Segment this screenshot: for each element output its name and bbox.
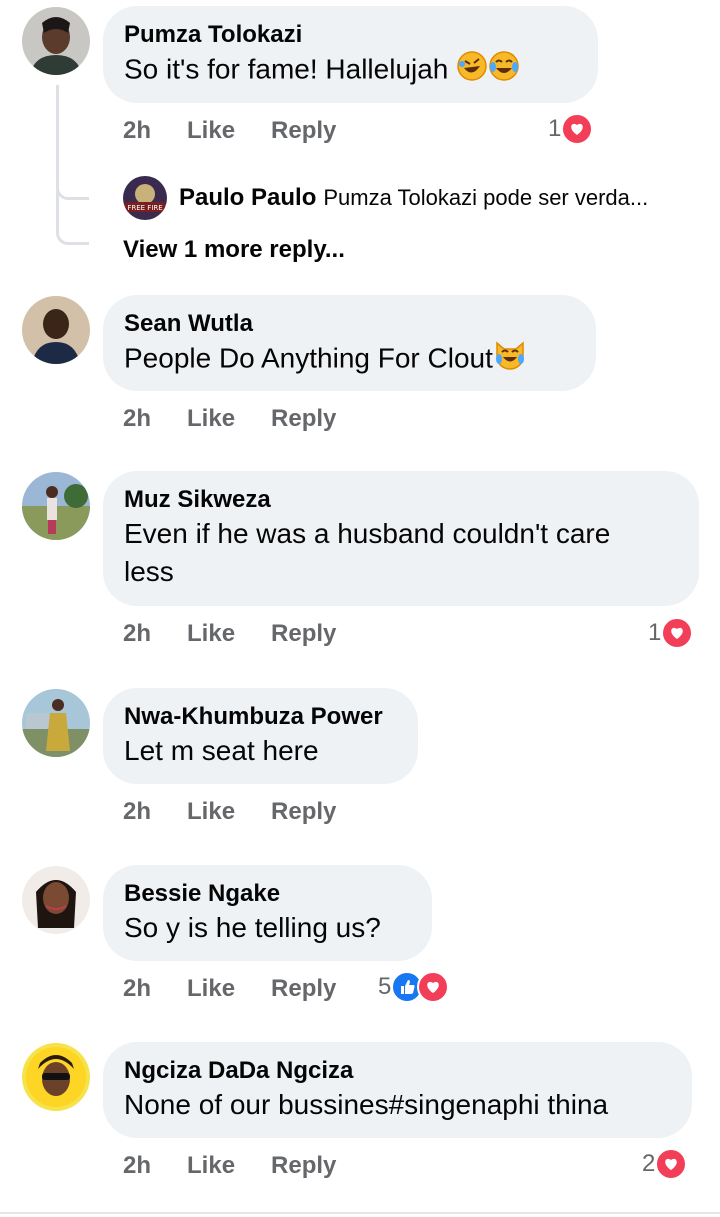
reply-button[interactable]: Reply: [271, 975, 336, 1003]
comment-muz: Muz Sikweza Even if he was a husband cou…: [0, 466, 720, 666]
comment-author[interactable]: Sean Wutla: [124, 309, 576, 339]
comment-text-line: Even if he was a husband couldn't care: [124, 518, 611, 549]
comment-actions: 2h Like Reply: [123, 405, 336, 433]
comment-bubble: Nwa-Khumbuza Power Let m seat here: [103, 688, 418, 784]
avatar[interactable]: FREE FIRE: [123, 176, 167, 220]
comment-author[interactable]: Nwa-Khumbuza Power: [124, 702, 398, 732]
comment-text: Even if he was a husband couldn't care l…: [124, 515, 679, 591]
divider: [0, 1212, 720, 1214]
avatar[interactable]: [22, 689, 90, 757]
like-button[interactable]: Like: [187, 117, 235, 145]
comment-bubble: Muz Sikweza Even if he was a husband cou…: [103, 471, 699, 606]
comment-text: So y is he telling us?: [124, 912, 381, 943]
comment-bubble: Pumza Tolokazi So it's for fame! Hallelu…: [103, 6, 598, 103]
free-fire-logo-text: FREE FIRE: [127, 204, 162, 212]
like-button[interactable]: Like: [187, 1152, 235, 1180]
comment-actions: 2h Like Reply: [123, 117, 336, 145]
comment-text-content: So it's for fame! Hallelujah: [124, 53, 449, 85]
love-reaction-icon: [655, 1148, 688, 1180]
reply-button[interactable]: Reply: [271, 117, 336, 145]
comment-actions: 2h Like Reply: [123, 620, 336, 648]
nested-reply-author[interactable]: Paulo Paulo: [179, 184, 316, 212]
avatar[interactable]: [22, 7, 90, 75]
comment-author[interactable]: Muz Sikweza: [124, 485, 679, 515]
comment-bubble: Ngciza DaDa Ngciza None of our bussines#…: [103, 1042, 692, 1138]
comment-sean: Sean Wutla People Do Anything For Clout …: [0, 290, 720, 450]
reply-button[interactable]: Reply: [271, 405, 336, 433]
thread-line: [56, 85, 89, 200]
view-more-replies-link[interactable]: View 1 more reply...: [123, 236, 345, 264]
comment-bessie: Bessie Ngake So y is he telling us? 2h L…: [0, 862, 720, 1022]
comment-author[interactable]: Bessie Ngake: [124, 879, 412, 909]
avatar[interactable]: [22, 1043, 90, 1111]
nested-reply[interactable]: FREE FIRE Paulo Paulo Pumza Tolokazi pod…: [123, 176, 648, 220]
comment-bubble: Sean Wutla People Do Anything For Clout: [103, 295, 596, 391]
reaction-number: 5: [378, 973, 392, 1000]
avatar[interactable]: [22, 866, 90, 934]
like-button[interactable]: Like: [187, 975, 235, 1003]
comment-time[interactable]: 2h: [123, 620, 151, 648]
tears-of-joy-emoji-icon: [488, 50, 520, 92]
thread-line: [56, 190, 89, 245]
reaction-count[interactable]: 1: [648, 617, 694, 649]
comment-actions: 2h Like Reply: [123, 1152, 336, 1180]
comment-actions: 2h Like Reply: [123, 975, 336, 1003]
love-reaction-icon: [417, 971, 450, 1003]
comment-text: None of our bussines#singenaphi thina: [124, 1089, 609, 1120]
reaction-number: 2: [642, 1150, 656, 1177]
comment-text: Let m seat here: [124, 735, 319, 766]
reaction-number: 1: [648, 619, 662, 646]
comment-text-line: less: [124, 556, 174, 587]
reaction-count[interactable]: 2: [642, 1148, 688, 1180]
crying-cat-emoji-icon: [493, 339, 527, 381]
nested-reply-text: Pumza Tolokazi pode ser verda...: [323, 185, 649, 210]
reaction-count[interactable]: 5: [378, 971, 450, 1003]
reply-button[interactable]: Reply: [271, 798, 336, 826]
love-reaction-icon: [561, 113, 594, 145]
comment-nwa: Nwa-Khumbuza Power Let m seat here 2h Li…: [0, 684, 720, 844]
avatar[interactable]: [22, 472, 90, 540]
like-button[interactable]: Like: [187, 620, 235, 648]
like-button[interactable]: Like: [187, 798, 235, 826]
comment-author[interactable]: Pumza Tolokazi: [124, 20, 578, 50]
comment-text-content: People Do Anything For Clout: [124, 342, 493, 374]
comment-bubble: Bessie Ngake So y is he telling us?: [103, 865, 432, 961]
rolling-laughing-emoji-icon: [456, 50, 488, 92]
love-reaction-icon: [661, 617, 694, 649]
reaction-count[interactable]: 1: [548, 113, 594, 145]
comment-time[interactable]: 2h: [123, 1152, 151, 1180]
comment-text: So it's for fame! Hallelujah: [124, 50, 578, 92]
reply-button[interactable]: Reply: [271, 620, 336, 648]
comment-author[interactable]: Ngciza DaDa Ngciza: [124, 1056, 672, 1086]
comment-time[interactable]: 2h: [123, 798, 151, 826]
reply-button[interactable]: Reply: [271, 1152, 336, 1180]
comment-time[interactable]: 2h: [123, 975, 151, 1003]
comment-text: People Do Anything For Clout: [124, 339, 576, 381]
reaction-number: 1: [548, 115, 562, 142]
comment-time[interactable]: 2h: [123, 117, 151, 145]
comment-pumza: Pumza Tolokazi So it's for fame! Hallelu…: [0, 0, 720, 270]
like-button[interactable]: Like: [187, 405, 235, 433]
comment-actions: 2h Like Reply: [123, 798, 336, 826]
comment-time[interactable]: 2h: [123, 405, 151, 433]
avatar[interactable]: [22, 296, 90, 364]
comment-ngciza: Ngciza DaDa Ngciza None of our bussines#…: [0, 1040, 720, 1210]
